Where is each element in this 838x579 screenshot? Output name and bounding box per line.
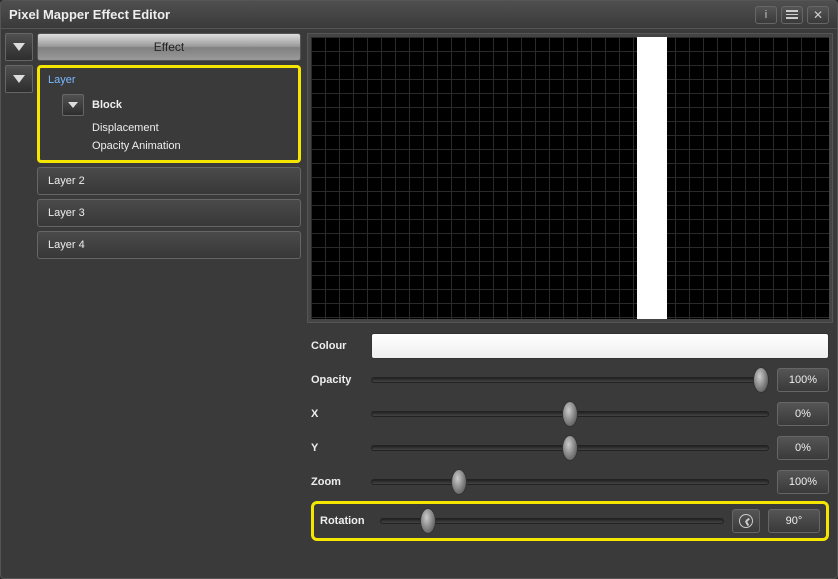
menu-icon	[786, 10, 798, 19]
menu-button[interactable]	[781, 6, 803, 24]
close-icon: ✕	[813, 9, 823, 21]
x-row: X 0%	[311, 399, 829, 429]
zoom-slider[interactable]	[371, 476, 769, 488]
rotation-label: Rotation	[320, 515, 372, 527]
layer-children-list: Block Displacement Opacity Animation	[62, 94, 290, 152]
y-row: Y 0%	[311, 433, 829, 463]
slider-track	[371, 479, 769, 485]
slider-thumb[interactable]	[451, 469, 467, 495]
x-label: X	[311, 408, 363, 420]
zoom-label: Zoom	[311, 476, 363, 488]
opacity-animation-item[interactable]: Opacity Animation	[92, 140, 290, 152]
layer-dropdown-button[interactable]	[5, 65, 33, 93]
opacity-slider[interactable]	[371, 374, 769, 386]
rotation-value[interactable]: 90°	[768, 509, 820, 533]
opacity-row: Opacity 100%	[311, 365, 829, 395]
selected-layer-label[interactable]: Layer	[48, 74, 290, 86]
rotation-clock-button[interactable]	[732, 509, 760, 533]
rotation-slider[interactable]	[380, 515, 724, 527]
colour-label: Colour	[311, 340, 363, 352]
chevron-down-icon	[13, 75, 25, 83]
layer-4-button[interactable]: Layer 4	[37, 231, 301, 259]
slider-track	[371, 377, 769, 383]
slider-thumb[interactable]	[562, 435, 578, 461]
pixel-mapper-effect-editor-window: Pixel Mapper Effect Editor i ✕ Effect La…	[0, 0, 838, 579]
layer-panel: Effect Layer Block Displacement Opacity …	[5, 33, 301, 574]
body: Effect Layer Block Displacement Opacity …	[1, 29, 837, 578]
slider-thumb[interactable]	[753, 367, 769, 393]
pixel-grid	[311, 37, 829, 319]
block-item[interactable]: Block	[92, 99, 122, 111]
x-slider[interactable]	[371, 408, 769, 420]
x-value[interactable]: 0%	[777, 402, 829, 426]
titlebar: Pixel Mapper Effect Editor i ✕	[1, 1, 837, 29]
displacement-item[interactable]: Displacement	[92, 122, 290, 134]
colour-row: Colour	[311, 331, 829, 361]
chevron-down-icon	[68, 102, 78, 108]
colour-well[interactable]	[371, 333, 829, 359]
preview-panel	[307, 33, 833, 323]
y-value[interactable]: 0%	[777, 436, 829, 460]
close-button[interactable]: ✕	[807, 6, 829, 24]
block-item-row: Block	[62, 94, 290, 116]
effect-dropdown-button[interactable]	[5, 33, 33, 61]
window-title: Pixel Mapper Effect Editor	[9, 7, 751, 22]
block-preview	[637, 37, 667, 319]
info-icon: i	[765, 9, 767, 21]
info-button[interactable]: i	[755, 6, 777, 24]
rotation-row: Rotation 90°	[311, 501, 829, 541]
controls-panel: Colour Opacity 100% X	[307, 329, 833, 574]
slider-thumb[interactable]	[420, 508, 436, 534]
zoom-row: Zoom 100%	[311, 467, 829, 497]
slider-thumb[interactable]	[562, 401, 578, 427]
chevron-down-icon	[13, 43, 25, 51]
right-pane: Colour Opacity 100% X	[307, 33, 833, 574]
clock-icon	[739, 514, 753, 528]
selected-layer-panel: Layer Block Displacement Opacity Animati…	[37, 65, 301, 163]
block-dropdown-button[interactable]	[62, 94, 84, 116]
opacity-label: Opacity	[311, 374, 363, 386]
layer-3-button[interactable]: Layer 3	[37, 199, 301, 227]
y-slider[interactable]	[371, 442, 769, 454]
y-label: Y	[311, 442, 363, 454]
effect-button[interactable]: Effect	[37, 33, 301, 61]
layer-2-button[interactable]: Layer 2	[37, 167, 301, 195]
opacity-value[interactable]: 100%	[777, 368, 829, 392]
zoom-value[interactable]: 100%	[777, 470, 829, 494]
